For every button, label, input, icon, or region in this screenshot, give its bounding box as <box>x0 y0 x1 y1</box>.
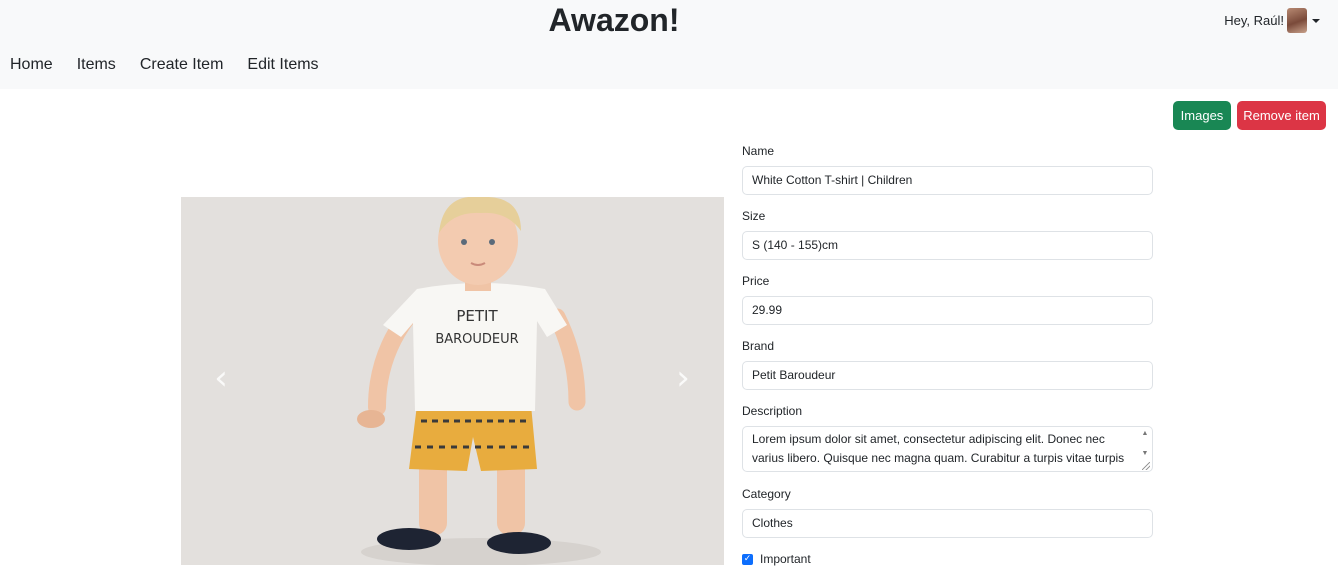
caret-down-icon[interactable] <box>1312 18 1320 23</box>
nav-home[interactable]: Home <box>10 55 53 75</box>
important-row: ✓ Important <box>742 552 811 566</box>
category-label: Category <box>742 487 791 501</box>
user-menu[interactable]: Hey, Raúl! <box>1224 8 1320 33</box>
important-label[interactable]: Important <box>760 552 811 566</box>
remove-item-button[interactable]: Remove item <box>1237 101 1326 130</box>
app-title[interactable]: Awazon! <box>0 0 1228 40</box>
resize-handle-icon[interactable] <box>1142 462 1150 470</box>
brand-label: Brand <box>742 339 775 353</box>
description-text: Lorem ipsum dolor sit amet, consectetur … <box>752 432 1125 465</box>
nav-edit-items[interactable]: Edit Items <box>247 55 318 75</box>
name-field[interactable]: White Cotton T-shirt | Children <box>742 166 1153 195</box>
shirt-print-line1: PETIT <box>456 307 498 325</box>
product-image-carousel: PETIT BAROUDEUR ‹ › <box>181 197 724 565</box>
images-button[interactable]: Images <box>1173 101 1231 130</box>
main-nav: Home Items Create Item Edit Items <box>10 55 343 75</box>
name-label: Name <box>742 144 775 158</box>
product-photo: PETIT BAROUDEUR <box>181 197 724 565</box>
avatar[interactable] <box>1287 8 1307 33</box>
nav-create-item[interactable]: Create Item <box>140 55 224 75</box>
brand-field[interactable]: Petit Baroudeur <box>742 361 1153 390</box>
size-label: Size <box>742 209 766 223</box>
chevron-left-icon[interactable]: ‹ <box>206 361 236 395</box>
nav-items[interactable]: Items <box>77 55 116 75</box>
important-checkbox[interactable]: ✓ <box>742 553 753 565</box>
description-label: Description <box>742 404 803 418</box>
description-textarea[interactable]: Lorem ipsum dolor sit amet, consectetur … <box>742 426 1153 472</box>
price-field[interactable]: 29.99 <box>742 296 1153 325</box>
price-label: Price <box>742 274 770 288</box>
navbar: Awazon! Hey, Raúl! Home Items Create Ite… <box>0 0 1338 89</box>
chevron-right-icon[interactable]: › <box>668 361 698 395</box>
category-field[interactable]: Clothes <box>742 509 1153 538</box>
user-greeting[interactable]: Hey, Raúl! <box>1224 13 1284 28</box>
size-field[interactable]: S (140 - 155)cm <box>742 231 1153 260</box>
shirt-print-line2: BAROUDEUR <box>435 332 518 347</box>
